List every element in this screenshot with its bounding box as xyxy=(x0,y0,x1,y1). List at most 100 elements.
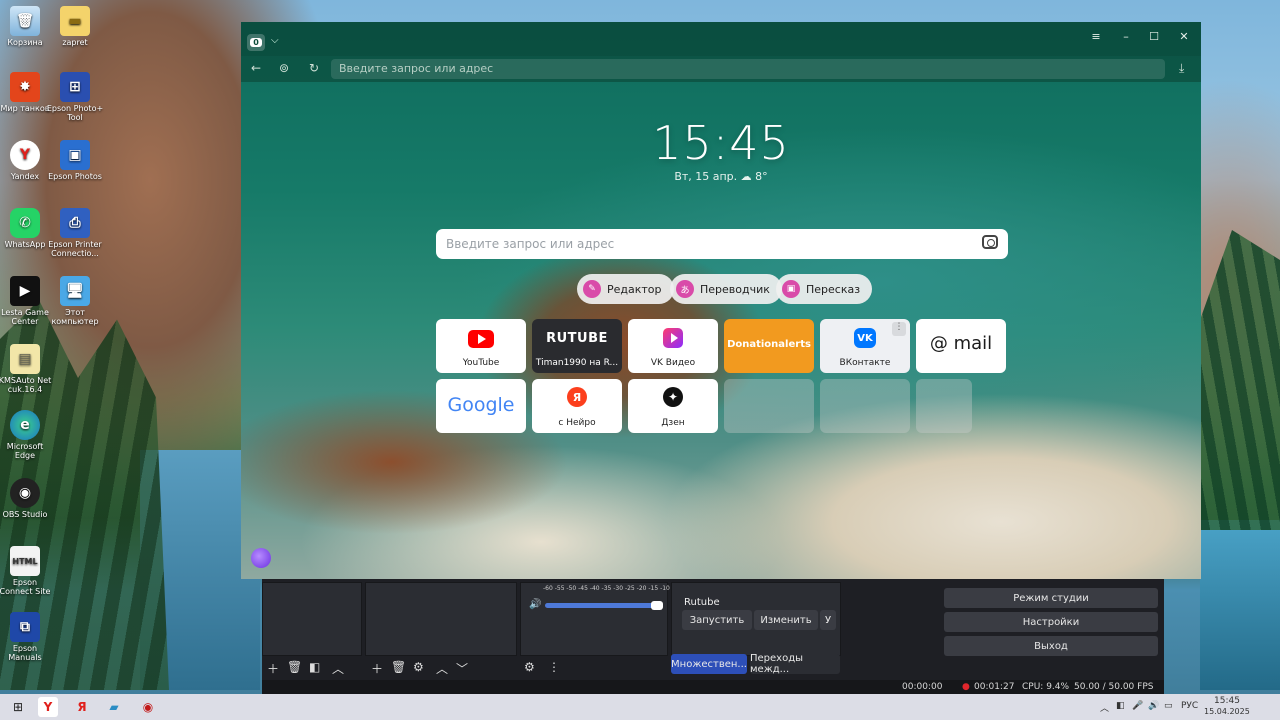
tile-menu-icon[interactable]: ⋮ xyxy=(892,322,906,336)
tanks-icon: ✸ xyxy=(10,72,40,102)
tile-empty[interactable] xyxy=(820,379,910,433)
desktop-icon-zapret[interactable]: ▬ zapret xyxy=(46,6,104,47)
date-weather: Вт, 15 апр. ☁ 8° xyxy=(674,170,768,183)
tray-time[interactable]: 15:45 xyxy=(1214,696,1240,706)
obs-status-fps: 50.00 / 50.00 FPS xyxy=(1074,682,1154,692)
search-placeholder: Введите запрос или адрес xyxy=(446,237,615,251)
obs-studio-mode-button[interactable]: Режим студии xyxy=(944,588,1158,608)
quick-action-editor[interactable]: ✎ Редактор xyxy=(577,274,674,304)
tile-empty[interactable] xyxy=(916,379,972,433)
tile-empty[interactable] xyxy=(724,379,814,433)
explorer-taskbar-icon[interactable]: ▰ xyxy=(104,697,124,717)
obs-start-button[interactable]: Запустить xyxy=(682,610,752,630)
tabs-button[interactable]: 0 xyxy=(247,34,265,51)
source-up-icon[interactable]: ︿ xyxy=(436,660,448,677)
add-source-icon[interactable]: ＋ xyxy=(371,660,383,677)
remove-scene-icon[interactable]: 🗑 xyxy=(287,660,302,674)
tile-youtube[interactable]: YouTube xyxy=(436,319,526,373)
yandex-browser-window: 0 ⌵ ≡ – ☐ ✕ ← ⊚ ↻ Введите запрос или адр… xyxy=(241,22,1201,579)
browser-navbar: ← ⊚ ↻ Введите запрос или адрес ⤓ xyxy=(241,56,1201,82)
obs-status-bar: 00:00:00 ● 00:01:27 CPU: 9.4% 50.00 / 50… xyxy=(262,680,1164,694)
tile-vkontakte[interactable]: VK ⋮ ВКонтакте xyxy=(820,319,910,373)
yandex-browser-taskbar-icon[interactable]: Y xyxy=(38,697,58,717)
reload-icon[interactable]: ↻ xyxy=(309,61,319,75)
taskbar: ⊞ Y Я ▰ ◉ ︿ ◧ 🎤 🔊 ▭ РУС 15:45 15.04.2025 xyxy=(0,694,1280,720)
obs-edit-button[interactable]: Изменить xyxy=(754,610,818,630)
alice-assistant-icon[interactable] xyxy=(251,548,271,568)
tray-date[interactable]: 15.04.2025 xyxy=(1204,707,1250,716)
tile-google[interactable]: Google xyxy=(436,379,526,433)
quick-action-summary[interactable]: ▣ Пересказ xyxy=(776,274,873,304)
desktop-icon-epson-connect[interactable]: HTML Epson Connect Site xyxy=(0,546,54,596)
camera-search-icon[interactable] xyxy=(982,235,998,249)
dzen-icon: ✦ xyxy=(663,387,683,407)
tray-volume-icon[interactable]: 🔊 xyxy=(1148,701,1159,711)
mixer-menu-icon[interactable]: ⋮ xyxy=(548,660,560,674)
obs-taskbar-icon[interactable]: ◉ xyxy=(138,697,158,717)
tile-mail[interactable]: @ mail xyxy=(916,319,1006,373)
protect-icon[interactable]: ⊚ xyxy=(279,61,289,75)
obs-meter-scale: -60 -55 -50 -45 -40 -35 -30 -25 -20 -15 … xyxy=(543,585,684,592)
quick-action-translator[interactable]: あ Переводчик xyxy=(670,274,782,304)
search-input[interactable]: Введите запрос или адрес xyxy=(436,229,1008,259)
address-bar[interactable]: Введите запрос или адрес xyxy=(331,59,1165,79)
chevron-down-icon[interactable]: ⌵ xyxy=(271,35,279,46)
obs-tab-multiple[interactable]: Множествен... xyxy=(671,654,747,674)
desktop-icon-label: Epson Connect Site xyxy=(0,578,51,596)
windows-start-icon[interactable]: ⊞ xyxy=(8,697,28,717)
desktop-icon-label: zapret xyxy=(62,38,88,47)
desktop-icon-epson-printer[interactable]: ⎙ Epson Printer Connectio... xyxy=(46,208,104,258)
scene-up-icon[interactable]: ︿ xyxy=(332,660,344,677)
tile-vk-video[interactable]: VK Видео xyxy=(628,319,718,373)
desktop-icon-epson-photo[interactable]: ⊞ Epson Photo+ Tool xyxy=(46,72,104,122)
remove-source-icon[interactable]: 🗑 xyxy=(391,660,406,674)
tile-rutube[interactable]: RUTUBE Timan1990 на R... xyxy=(532,319,622,373)
back-icon[interactable]: ← xyxy=(251,61,261,75)
tile-dzen[interactable]: ✦ Дзен xyxy=(628,379,718,433)
source-gear-icon[interactable]: ⚙ xyxy=(413,660,424,674)
source-down-icon[interactable]: ﹀ xyxy=(456,660,468,677)
lake-right xyxy=(1200,520,1280,690)
desktop-icon-label: OBS Studio xyxy=(2,510,48,519)
tray-chevron-icon[interactable]: ︿ xyxy=(1100,701,1109,714)
obs-tab-transitions[interactable]: Переходы межд... xyxy=(750,653,840,675)
desktop-icon-epson-photos[interactable]: ▣ Epson Photos xyxy=(46,140,104,181)
quick-action-label: Редактор xyxy=(607,282,662,296)
desktop-icon-kmsauto[interactable]: ▤ KMSAuto Net cuk.16.4 xyxy=(0,344,54,394)
tile-yandex-neuro[interactable]: Я с Нейро xyxy=(532,379,622,433)
desktop-icon-label: Microsoft Edge xyxy=(6,442,44,460)
tile-label: Дзен xyxy=(661,418,685,428)
tab-count: 0 xyxy=(250,38,262,47)
tray-language[interactable]: РУС xyxy=(1181,701,1198,711)
obs-status-time2: 00:01:27 xyxy=(974,682,1015,692)
desktop-icon-epson-manuals[interactable]: ⧉ Epson Manuals xyxy=(0,612,54,662)
desktop-icon-this-pc[interactable]: 🖥 Этот компьютер xyxy=(46,276,104,326)
tray-monitor-icon[interactable]: ▭ xyxy=(1164,701,1173,711)
tile-label: YouTube xyxy=(462,358,500,368)
obs-sources-panel xyxy=(365,582,517,656)
maximize-icon[interactable]: ☐ xyxy=(1147,30,1161,43)
desktop-icon-edge[interactable]: e Microsoft Edge xyxy=(0,410,54,460)
yandex-taskbar-icon[interactable]: Я xyxy=(72,697,92,717)
obs-exit-button[interactable]: Выход xyxy=(944,636,1158,656)
obs-status-time1: 00:00:00 xyxy=(902,682,943,692)
add-scene-icon[interactable]: ＋ xyxy=(267,660,279,677)
tray-mic-icon[interactable]: 🎤 xyxy=(1132,701,1143,711)
speaker-icon[interactable]: 🔊 xyxy=(529,599,541,610)
download-icon[interactable]: ⤓ xyxy=(1179,61,1184,76)
slider-handle[interactable] xyxy=(651,601,663,610)
desktop-icon-obs[interactable]: ◉ OBS Studio xyxy=(0,478,54,519)
browser-titlebar: 0 ⌵ ≡ – ☐ ✕ xyxy=(241,22,1201,56)
tile-donationalerts[interactable]: Donationalerts xyxy=(724,319,814,373)
mixer-gear-icon[interactable]: ⚙ xyxy=(524,660,535,674)
menu-icon[interactable]: ≡ xyxy=(1089,30,1103,43)
obs-extra-button[interactable]: У xyxy=(820,610,836,630)
close-icon[interactable]: ✕ xyxy=(1177,30,1191,43)
scene-filter-icon[interactable]: ◧ xyxy=(309,660,320,674)
obs-scenes-panel xyxy=(262,582,362,656)
obs-settings-button[interactable]: Настройки xyxy=(944,612,1158,632)
minimize-icon[interactable]: – xyxy=(1119,30,1133,43)
tray-network-icon[interactable]: ◧ xyxy=(1116,701,1125,711)
folder-icon: ▬ xyxy=(60,6,90,36)
obs-volume-slider[interactable] xyxy=(545,601,663,610)
